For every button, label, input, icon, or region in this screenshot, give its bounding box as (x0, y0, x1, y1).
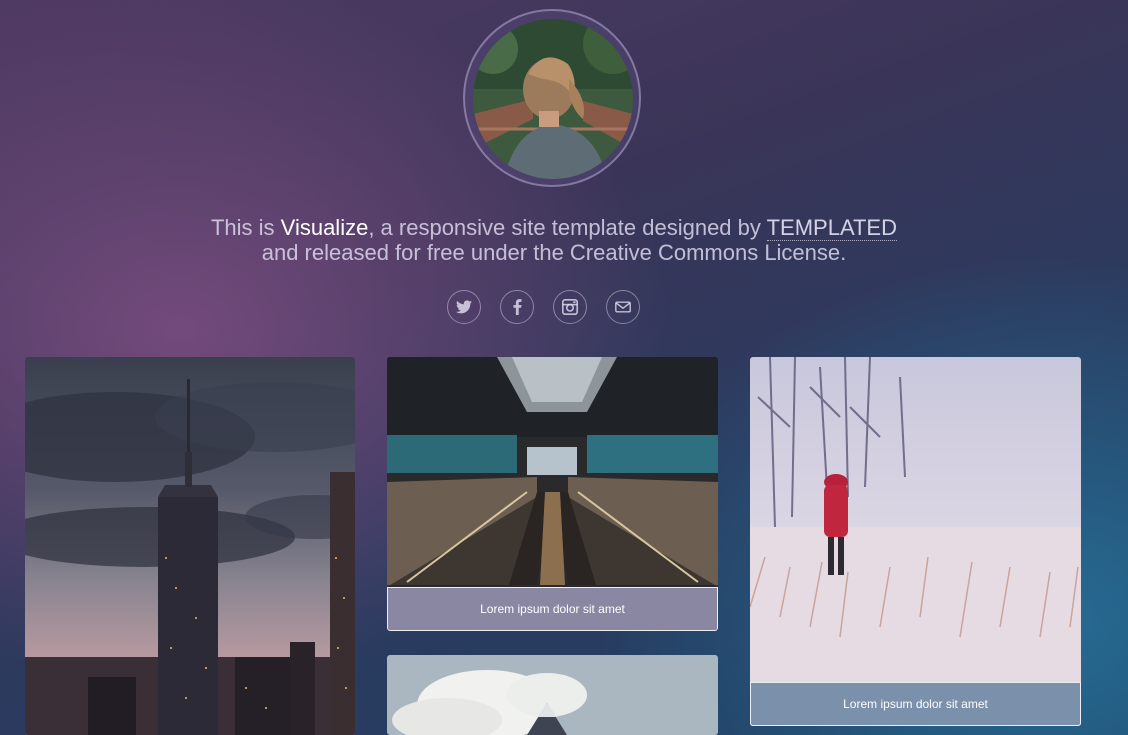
intro-prefix: This is (210, 215, 275, 240)
escalator-caption: Lorem ipsum dolor sit amet (387, 587, 718, 631)
gallery-item-snow[interactable]: Lorem ipsum dolor sit amet (750, 357, 1081, 726)
snow-caption: Lorem ipsum dolor sit amet (750, 682, 1081, 726)
instagram-icon (562, 299, 578, 315)
gallery-item-escalator[interactable]: Lorem ipsum dolor sit amet (387, 357, 718, 631)
gallery-item-city[interactable] (25, 357, 355, 735)
intro-middle: , a responsive site template designed by (368, 215, 761, 240)
mountain-image (387, 655, 718, 735)
facebook-link[interactable] (500, 290, 534, 324)
twitter-icon (456, 300, 472, 314)
avatar (473, 19, 633, 179)
gallery-item-mountain[interactable] (387, 655, 718, 735)
email-link[interactable] (606, 290, 640, 324)
intro-text: This is Visualize, a responsive site tem… (164, 215, 944, 265)
email-icon (615, 301, 631, 313)
snow-field-image (750, 357, 1081, 726)
instagram-link[interactable] (553, 290, 587, 324)
facebook-icon (513, 299, 521, 315)
city-skyline-image (25, 357, 355, 735)
brand-name: Visualize (280, 215, 369, 240)
twitter-link[interactable] (447, 290, 481, 324)
author-link[interactable]: TEMPLATED (766, 215, 897, 241)
avatar-photo (473, 19, 633, 179)
intro-line2: and released for free under the Creative… (261, 240, 847, 265)
